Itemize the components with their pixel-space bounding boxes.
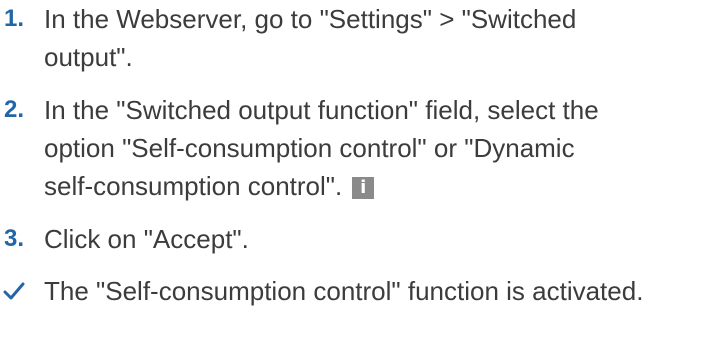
step-text-line: self-consumption control". (44, 171, 343, 201)
step-text-line: option "Self-consumption control" or "Dy… (44, 133, 575, 163)
step-text-line-with-icon: self-consumption control". i (44, 167, 709, 205)
step-text-line: In the "Switched output function" field,… (44, 95, 599, 125)
step-text: Click on "Accept". (44, 220, 709, 258)
step-text: In the Webserver, go to "Settings" > "Sw… (44, 0, 709, 76)
step-number: 2. (4, 96, 25, 123)
step-text: In the "Switched output function" field,… (44, 91, 709, 205)
step-number: 1. (4, 5, 25, 32)
step-text-line: In the Webserver, go to "Settings" > "Sw… (44, 4, 577, 34)
instruction-steps: 1. In the Webserver, go to "Settings" > … (0, 0, 713, 338)
checkmark-icon (2, 272, 30, 310)
result-text: The "Self-consumption control" function … (44, 272, 709, 310)
step-number: 3. (4, 225, 25, 252)
info-icon[interactable]: i (352, 177, 375, 199)
result-text-line: The "Self-consumption control" function … (44, 276, 644, 306)
step-text-line: Click on "Accept". (44, 224, 249, 254)
step-text-line: output". (44, 42, 133, 72)
